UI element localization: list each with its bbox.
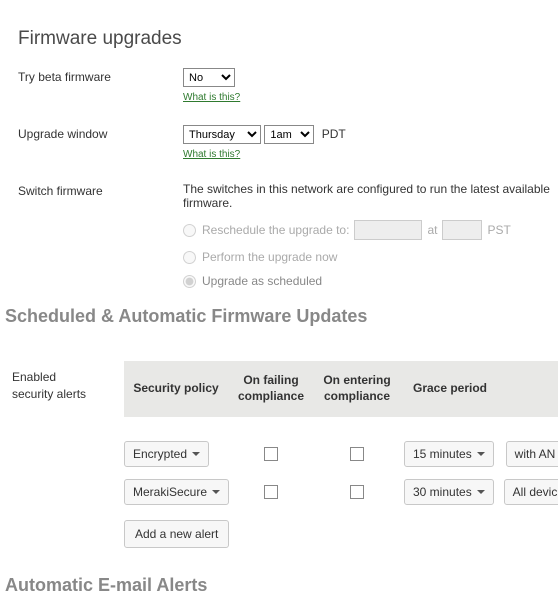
with-dropdown[interactable]: All devic bbox=[504, 479, 558, 505]
window-help-link[interactable]: What is this? bbox=[183, 149, 240, 160]
grace-value: 30 minutes bbox=[413, 485, 472, 499]
th-grace: Grace period bbox=[400, 381, 500, 397]
window-row: Upgrade window Thursday 1am PDT What is … bbox=[18, 125, 558, 160]
switch-info-text: The switches in this network are configu… bbox=[183, 182, 558, 210]
reschedule-time-input bbox=[442, 220, 482, 240]
caret-down-icon bbox=[212, 490, 220, 494]
window-tz: PDT bbox=[322, 127, 346, 141]
perform-now-option: Perform the upgrade now bbox=[183, 250, 558, 264]
alerts-table: Security policy On failing compliance On… bbox=[124, 361, 558, 553]
reschedule-at-text: at bbox=[427, 223, 437, 237]
caret-down-icon bbox=[192, 452, 200, 456]
beta-label: Try beta firmware bbox=[18, 68, 183, 84]
policy-dropdown[interactable]: MerakiSecure bbox=[124, 479, 229, 505]
window-label: Upgrade window bbox=[18, 125, 183, 141]
grace-value: 15 minutes bbox=[413, 447, 472, 461]
perform-now-label: Perform the upgrade now bbox=[202, 250, 337, 264]
scheduled-option: Upgrade as scheduled bbox=[183, 274, 558, 288]
section-email-title: Automatic E-mail Alerts bbox=[5, 575, 558, 596]
add-alert-row: Add a new alert bbox=[124, 515, 558, 553]
alerts-block: Enabled security alerts Security policy … bbox=[12, 361, 558, 553]
grace-dropdown[interactable]: 15 minutes bbox=[404, 441, 494, 467]
scheduled-radio bbox=[183, 275, 196, 288]
scheduled-label: Upgrade as scheduled bbox=[202, 274, 322, 288]
reschedule-tz: PST bbox=[487, 223, 510, 237]
reschedule-option: Reschedule the upgrade to: at PST bbox=[183, 220, 558, 240]
th-enter: On entering compliance bbox=[314, 373, 400, 404]
beta-controls: No What is this? bbox=[183, 68, 558, 103]
perform-now-radio bbox=[183, 251, 196, 264]
firmware-form: Try beta firmware No What is this? Upgra… bbox=[18, 68, 558, 298]
switch-label: Switch firmware bbox=[18, 182, 183, 198]
fail-checkbox[interactable] bbox=[264, 447, 278, 461]
enter-checkbox[interactable] bbox=[350, 447, 364, 461]
grace-dropdown[interactable]: 30 minutes bbox=[404, 479, 494, 505]
table-row: Encrypted 15 minutes with AN bbox=[124, 435, 558, 473]
alerts-label-line2: security alerts bbox=[12, 387, 86, 401]
window-day-select[interactable]: Thursday bbox=[183, 125, 261, 144]
table-header-row: Security policy On failing compliance On… bbox=[124, 361, 558, 417]
policy-dropdown[interactable]: Encrypted bbox=[124, 441, 209, 467]
page-title: Firmware upgrades bbox=[18, 28, 558, 50]
reschedule-radio bbox=[183, 224, 196, 237]
caret-down-icon bbox=[477, 452, 485, 456]
th-fail: On failing compliance bbox=[228, 373, 314, 404]
with-value: All devic bbox=[513, 485, 558, 499]
beta-select[interactable]: No bbox=[183, 68, 235, 87]
alerts-label: Enabled security alerts bbox=[12, 361, 124, 553]
alerts-label-line1: Enabled bbox=[12, 370, 56, 384]
enter-checkbox[interactable] bbox=[350, 485, 364, 499]
switch-row: Switch firmware The switches in this net… bbox=[18, 182, 558, 298]
switch-controls: The switches in this network are configu… bbox=[183, 182, 558, 298]
with-dropdown[interactable]: with AN bbox=[506, 441, 558, 467]
window-controls: Thursday 1am PDT What is this? bbox=[183, 125, 558, 160]
policy-value: Encrypted bbox=[133, 447, 187, 461]
beta-help-link[interactable]: What is this? bbox=[183, 92, 240, 103]
th-policy: Security policy bbox=[124, 381, 228, 397]
section-updates-title: Scheduled & Automatic Firmware Updates bbox=[5, 306, 558, 327]
beta-row: Try beta firmware No What is this? bbox=[18, 68, 558, 103]
reschedule-date-input bbox=[354, 220, 422, 240]
window-hour-select[interactable]: 1am bbox=[264, 125, 314, 144]
table-row: MerakiSecure 30 minutes All devic bbox=[124, 473, 558, 511]
with-value: with AN bbox=[515, 447, 556, 461]
add-alert-button[interactable]: Add a new alert bbox=[124, 520, 229, 548]
caret-down-icon bbox=[477, 490, 485, 494]
policy-value: MerakiSecure bbox=[133, 485, 207, 499]
reschedule-label: Reschedule the upgrade to: bbox=[202, 223, 349, 237]
fail-checkbox[interactable] bbox=[264, 485, 278, 499]
